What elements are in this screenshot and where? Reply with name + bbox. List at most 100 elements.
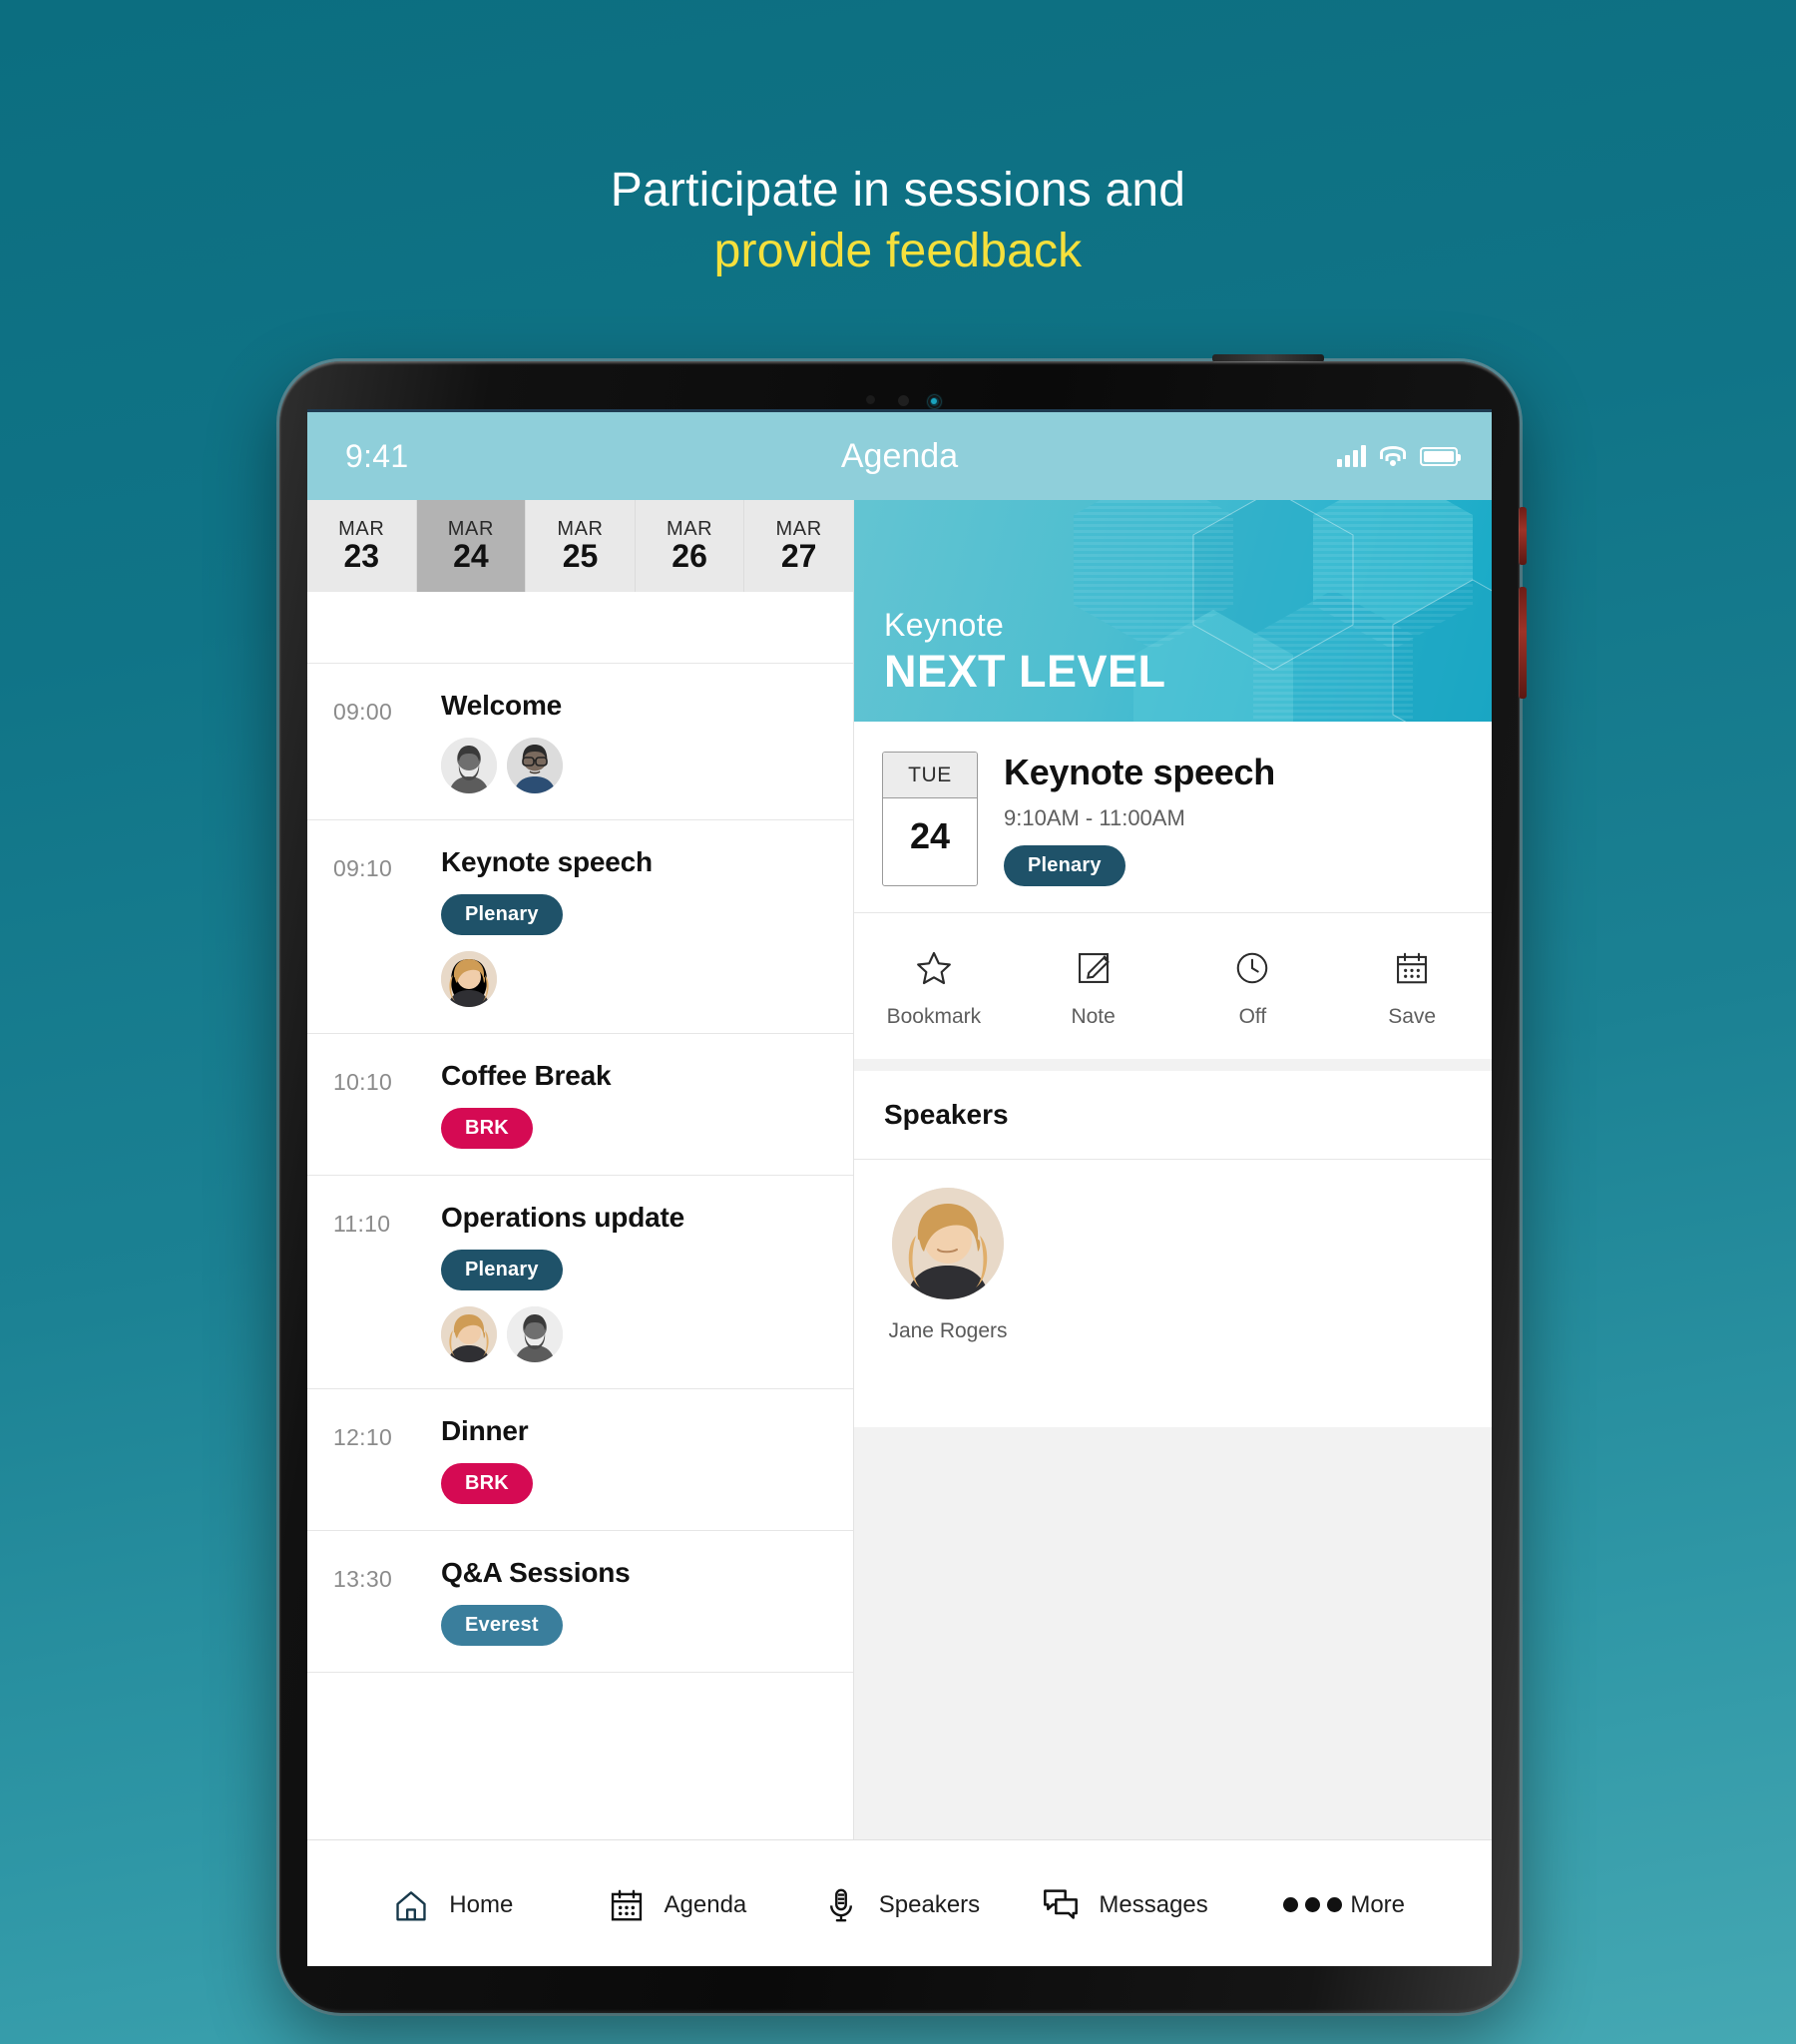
- nav-label-home: Home: [449, 1890, 514, 1918]
- date-tab-3[interactable]: MAR 26: [636, 500, 745, 592]
- date-tab-day: 26: [672, 537, 707, 574]
- clock-icon: [1233, 947, 1271, 989]
- nav-item-messages[interactable]: Messages: [1012, 1883, 1236, 1927]
- bookmark-button[interactable]: Bookmark: [854, 947, 1014, 1029]
- speakers-heading: Speakers: [854, 1071, 1492, 1160]
- agenda-row-title: Dinner: [441, 1415, 529, 1446]
- proximity-sensor-icon: [898, 395, 909, 406]
- save-label: Save: [1388, 1005, 1437, 1028]
- agenda-row-title: Coffee Break: [441, 1060, 612, 1091]
- front-camera-icon: [928, 395, 941, 408]
- agenda-list-spacer: [307, 592, 853, 664]
- avatar: [507, 1306, 563, 1362]
- power-button[interactable]: [1212, 354, 1324, 362]
- session-date-weekday: TUE: [883, 753, 977, 798]
- agenda-row[interactable]: 13:30 Q&A Sessions Everest: [307, 1531, 853, 1673]
- agenda-row[interactable]: 09:10 Keynote speech Plenary: [307, 820, 853, 1034]
- promo-headline-line1: Participate in sessions and: [610, 164, 1186, 217]
- agenda-row-badge: Plenary: [441, 894, 563, 935]
- tablet-device-frame: 9:41 Agenda MAR 23 MAR 24 MAR 25 MAR 26 …: [279, 354, 1527, 2013]
- date-tab-month: MAR: [447, 517, 495, 540]
- nav-label-speakers: Speakers: [878, 1890, 981, 1918]
- volume-down-button[interactable]: [1519, 587, 1527, 699]
- date-tab-1[interactable]: MAR 24: [416, 500, 527, 592]
- date-tab-0[interactable]: MAR 23: [307, 500, 417, 592]
- nav-label-agenda: Agenda: [664, 1890, 747, 1918]
- agenda-row[interactable]: 11:10 Operations update Plenary: [307, 1176, 853, 1389]
- session-actions: Bookmark Note Off Save: [854, 913, 1492, 1071]
- calendar-icon: [1393, 947, 1431, 989]
- nav-item-speakers[interactable]: Speakers: [787, 1883, 1012, 1927]
- sensor-dot-icon: [866, 395, 875, 404]
- bottom-navigation: Home Agenda Speakers Messages More: [307, 1839, 1492, 1966]
- microphone-icon: [819, 1883, 863, 1927]
- session-header: TUE 24 Keynote speech 9:10AM - 11:00AM P…: [854, 722, 1492, 913]
- agenda-row-time: 09:00: [333, 699, 393, 725]
- agenda-row[interactable]: 09:00 Welcome: [307, 664, 853, 820]
- agenda-row-title: Welcome: [441, 690, 563, 721]
- date-tab-day: 24: [453, 537, 489, 574]
- agenda-row[interactable]: 12:10 Dinner BRK: [307, 1389, 853, 1531]
- agenda-pane: MAR 23 MAR 24 MAR 25 MAR 26 MAR 27 09:00…: [307, 500, 854, 1839]
- status-bar: 9:41 Agenda: [307, 412, 1492, 500]
- agenda-row-title: Operations update: [441, 1202, 684, 1233]
- session-title: Keynote speech: [1004, 752, 1275, 792]
- date-tab-month: MAR: [338, 517, 385, 540]
- app-content: MAR 23 MAR 24 MAR 25 MAR 26 MAR 27 09:00…: [307, 500, 1492, 1839]
- agenda-row-time: 13:30: [333, 1566, 393, 1592]
- agenda-row-badge: BRK: [441, 1463, 533, 1504]
- banner-eyebrow: Keynote: [884, 607, 1005, 643]
- date-tab-month: MAR: [557, 517, 604, 540]
- volume-up-button[interactable]: [1519, 507, 1527, 565]
- agenda-list: 09:00 Welcome 09:10 Keynote speech Plena…: [307, 592, 853, 1673]
- calendar-icon: [605, 1883, 649, 1927]
- agenda-row-time: 12:10: [333, 1424, 393, 1450]
- date-tab-day: 27: [780, 537, 817, 574]
- date-tab-month: MAR: [775, 517, 822, 540]
- date-tab-4[interactable]: MAR 27: [744, 500, 853, 592]
- agenda-row-badge: BRK: [441, 1108, 533, 1149]
- session-detail-pane: Keynote NEXT LEVEL TUE 24 Keynote speech…: [854, 500, 1492, 1839]
- tablet-screen: 9:41 Agenda MAR 23 MAR 24 MAR 25 MAR 26 …: [307, 409, 1492, 1966]
- session-time: 9:10AM - 11:00AM: [1004, 805, 1185, 830]
- status-bar-icons: [1337, 445, 1461, 467]
- note-button[interactable]: Note: [1014, 947, 1173, 1029]
- promo-headline: Participate in sessions and provide feed…: [0, 160, 1796, 282]
- bookmark-label: Bookmark: [886, 1005, 982, 1028]
- banner-title: NEXT LEVEL: [884, 646, 1166, 697]
- avatar: [441, 1306, 497, 1362]
- speaker-card[interactable]: Jane Rogers: [884, 1188, 1012, 1343]
- star-icon: [914, 947, 954, 989]
- nav-item-home[interactable]: Home: [339, 1883, 564, 1927]
- agenda-row-time: 10:10: [333, 1069, 393, 1095]
- nav-item-agenda[interactable]: Agenda: [564, 1883, 788, 1927]
- speakers-list: Jane Rogers: [854, 1160, 1492, 1427]
- agenda-row-title: Q&A Sessions: [441, 1557, 631, 1588]
- speaker-avatar: [892, 1188, 1004, 1299]
- session-banner: Keynote NEXT LEVEL: [854, 500, 1492, 722]
- date-tab-2[interactable]: MAR 25: [526, 500, 636, 592]
- agenda-row[interactable]: 10:10 Coffee Break BRK: [307, 1034, 853, 1176]
- agenda-row-avatars: [441, 738, 853, 793]
- date-tab-month: MAR: [666, 517, 713, 540]
- promo-headline-line2: provide feedback: [713, 225, 1083, 278]
- date-tab-day: 25: [562, 537, 599, 574]
- agenda-row-title: Keynote speech: [441, 846, 653, 877]
- status-bar-time: 9:41: [345, 437, 409, 474]
- date-tab-strip: MAR 23 MAR 24 MAR 25 MAR 26 MAR 27: [307, 500, 853, 592]
- session-date-day: 24: [909, 815, 951, 856]
- reminder-label: Off: [1238, 1005, 1267, 1028]
- agenda-row-badge: Everest: [441, 1605, 563, 1646]
- save-button[interactable]: Save: [1332, 947, 1492, 1029]
- avatar: [441, 738, 497, 793]
- reminder-button[interactable]: Off: [1173, 947, 1333, 1029]
- session-date-chip: TUE 24: [882, 752, 978, 886]
- speaker-name: Jane Rogers: [888, 1319, 1008, 1342]
- ellipsis-icon: [1282, 1883, 1342, 1927]
- agenda-row-time: 11:10: [333, 1211, 391, 1237]
- note-edit-icon: [1075, 947, 1113, 989]
- agenda-row-time: 09:10: [333, 855, 393, 881]
- avatar: [507, 738, 563, 793]
- app-title: Agenda: [840, 436, 959, 475]
- nav-item-more[interactable]: More: [1235, 1883, 1460, 1927]
